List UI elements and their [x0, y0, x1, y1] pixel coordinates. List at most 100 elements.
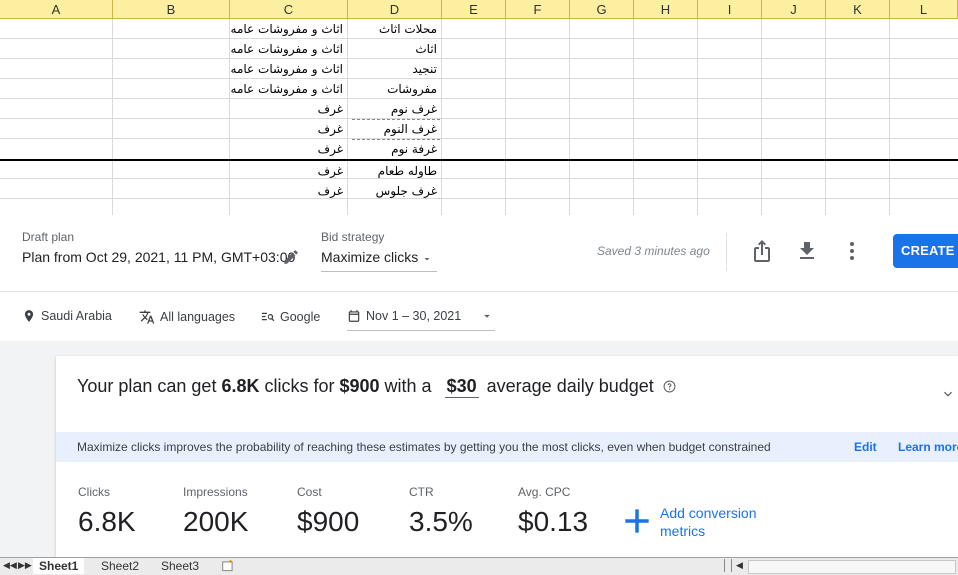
header-divider: [0, 291, 958, 292]
metric-value-avg-cpc: $0.13: [518, 506, 589, 537]
tab-sheet2[interactable]: Sheet2: [95, 558, 145, 574]
language-filter[interactable]: All languages: [139, 309, 235, 325]
date-underline: [347, 330, 495, 331]
edit-pencil-icon[interactable]: [282, 248, 300, 266]
cell-d8[interactable]: طاوله طعام: [348, 161, 442, 181]
location-pin-icon: [24, 310, 34, 322]
column-header-f[interactable]: F: [506, 0, 570, 19]
add-conversion-line2: metrics: [660, 523, 706, 539]
language-value: All languages: [160, 310, 236, 324]
cell-d7[interactable]: غرفة نوم: [348, 139, 442, 159]
column-header-i[interactable]: I: [698, 0, 762, 19]
metric-label-clicks: Clicks: [78, 485, 110, 499]
toolbar-divider: [726, 233, 727, 271]
expand-chevron-icon[interactable]: [940, 386, 956, 402]
next-sheet-nav-icon[interactable]: ▶▶: [18, 560, 32, 571]
cell-d5[interactable]: غرف نوم: [348, 99, 442, 119]
scroll-left-icon[interactable]: ◀: [736, 560, 743, 571]
forecast-headline: Your plan can get 6.8K clicks for $900 w…: [77, 376, 676, 398]
insert-sheet-icon[interactable]: [221, 559, 235, 573]
headline-text-with: with a: [379, 376, 432, 396]
location-filter[interactable]: Saudi Arabia: [22, 309, 112, 323]
column-header-d[interactable]: D: [348, 0, 442, 19]
cell-c2[interactable]: اثاث و مفروشات عامه: [230, 39, 348, 59]
metric-label-avg-cpc: Avg. CPC: [518, 485, 571, 499]
add-conversion-line1: Add conversion: [660, 505, 757, 521]
info-banner: Maximize clicks improves the probability…: [56, 432, 958, 462]
learn-more-link[interactable]: Learn more: [898, 440, 958, 454]
cell-c3[interactable]: اثاث و مفروشات عامه: [230, 59, 348, 79]
cell-c7[interactable]: غرف: [230, 139, 348, 159]
metric-label-impressions: Impressions: [183, 485, 248, 499]
date-range-value: Nov 1 – 30, 2021: [366, 309, 462, 323]
draft-plan-label: Draft plan: [22, 230, 75, 244]
location-value: Saudi Arabia: [41, 309, 112, 323]
forecast-card: Your plan can get 6.8K clicks for $900 w…: [56, 356, 958, 557]
spreadsheet: A B C D E F G H I J K L اثاث و مفروشات ع…: [0, 0, 958, 215]
help-icon[interactable]: [663, 380, 676, 393]
create-campaign-button[interactable]: CREATE C: [893, 234, 958, 268]
cell-c8[interactable]: غرف: [230, 161, 348, 181]
bid-strategy-dropdown[interactable]: Maximize clicks: [321, 247, 437, 272]
metric-label-ctr: CTR: [409, 485, 434, 499]
cell-c9[interactable]: غرف: [230, 181, 348, 201]
metric-value-impressions: 200K: [183, 506, 249, 537]
dropdown-arrow-icon: [424, 258, 430, 261]
first-sheet-nav-icon[interactable]: ◀◀: [3, 560, 17, 571]
cell-d9[interactable]: غرف جلوس: [348, 181, 442, 201]
column-header-g[interactable]: G: [570, 0, 634, 19]
cell-c6[interactable]: غرف: [230, 119, 348, 139]
cell-c1[interactable]: اثاث و مفروشات عامه: [230, 19, 348, 39]
column-header-a[interactable]: A: [0, 0, 113, 19]
column-header-l[interactable]: L: [890, 0, 958, 19]
daily-budget-input[interactable]: $30: [444, 376, 479, 398]
download-icon[interactable]: [795, 239, 819, 263]
date-range-filter[interactable]: Nov 1 – 30, 2021: [347, 309, 494, 323]
tab-split-handle[interactable]: [724, 559, 732, 572]
metric-value-clicks: 6.8K: [78, 506, 136, 537]
tab-sheet3[interactable]: Sheet3: [155, 558, 205, 574]
column-header-c[interactable]: C: [230, 0, 348, 19]
cell-c5[interactable]: غرف: [230, 99, 348, 119]
keyword-planner-panel: Draft plan Plan from Oct 29, 2021, 11 PM…: [0, 215, 958, 557]
network-value: Google: [280, 309, 321, 324]
cell-d4[interactable]: مفروشات: [348, 79, 442, 99]
date-dropdown-arrow-icon: [484, 314, 491, 318]
sheet-tab-bar: ◀◀ ▶▶ Sheet1 Sheet2 Sheet3 ◀: [0, 557, 958, 575]
cell-d2[interactable]: اثاث: [348, 39, 442, 59]
metric-label-cost: Cost: [297, 485, 322, 499]
bid-strategy-value: Maximize clicks: [321, 249, 419, 265]
tab-sheet1[interactable]: Sheet1: [33, 558, 85, 574]
translate-icon: [139, 310, 155, 324]
bid-strategy-label: Bid strategy: [321, 230, 385, 244]
column-header-k[interactable]: K: [826, 0, 890, 19]
search-network-icon: [261, 312, 275, 322]
cell-d6[interactable]: غرف النوم: [348, 119, 442, 139]
column-header-b[interactable]: B: [113, 0, 230, 19]
cell-c4[interactable]: اثاث و مفروشات عامه: [230, 79, 348, 99]
network-filter[interactable]: Google: [260, 309, 320, 324]
headline-text-mid: clicks for: [259, 376, 340, 396]
column-header-j[interactable]: J: [762, 0, 826, 19]
banner-text: Maximize clicks improves the probability…: [77, 440, 771, 454]
column-header-h[interactable]: H: [634, 0, 698, 19]
cell-grid[interactable]: اثاث و مفروشات عامه محلات اثاث اثاث و مف…: [0, 19, 958, 215]
calendar-icon: [348, 310, 360, 322]
horizontal-scrollbar[interactable]: [748, 560, 956, 574]
column-header-e[interactable]: E: [442, 0, 506, 19]
headline-cost: $900: [339, 376, 380, 396]
headline-text-post: average daily budget: [486, 376, 654, 396]
plan-name[interactable]: Plan from Oct 29, 2021, 11 PM, GMT+03:00: [22, 249, 295, 265]
saved-status: Saved 3 minutes ago: [597, 244, 710, 258]
more-vert-icon[interactable]: [840, 239, 864, 263]
metric-value-cost: $900: [297, 506, 360, 537]
headline-clicks: 6.8K: [221, 376, 260, 396]
cell-d3[interactable]: تنجيد: [348, 59, 442, 79]
edit-link[interactable]: Edit: [854, 440, 877, 454]
add-conversion-metrics-link[interactable]: Add conversion metrics: [660, 504, 757, 540]
add-plus-icon[interactable]: [623, 507, 651, 535]
selection-border: [0, 159, 958, 161]
share-icon[interactable]: [750, 239, 774, 263]
cell-d1[interactable]: محلات اثاث: [348, 19, 442, 39]
metric-value-ctr: 3.5%: [409, 506, 473, 537]
